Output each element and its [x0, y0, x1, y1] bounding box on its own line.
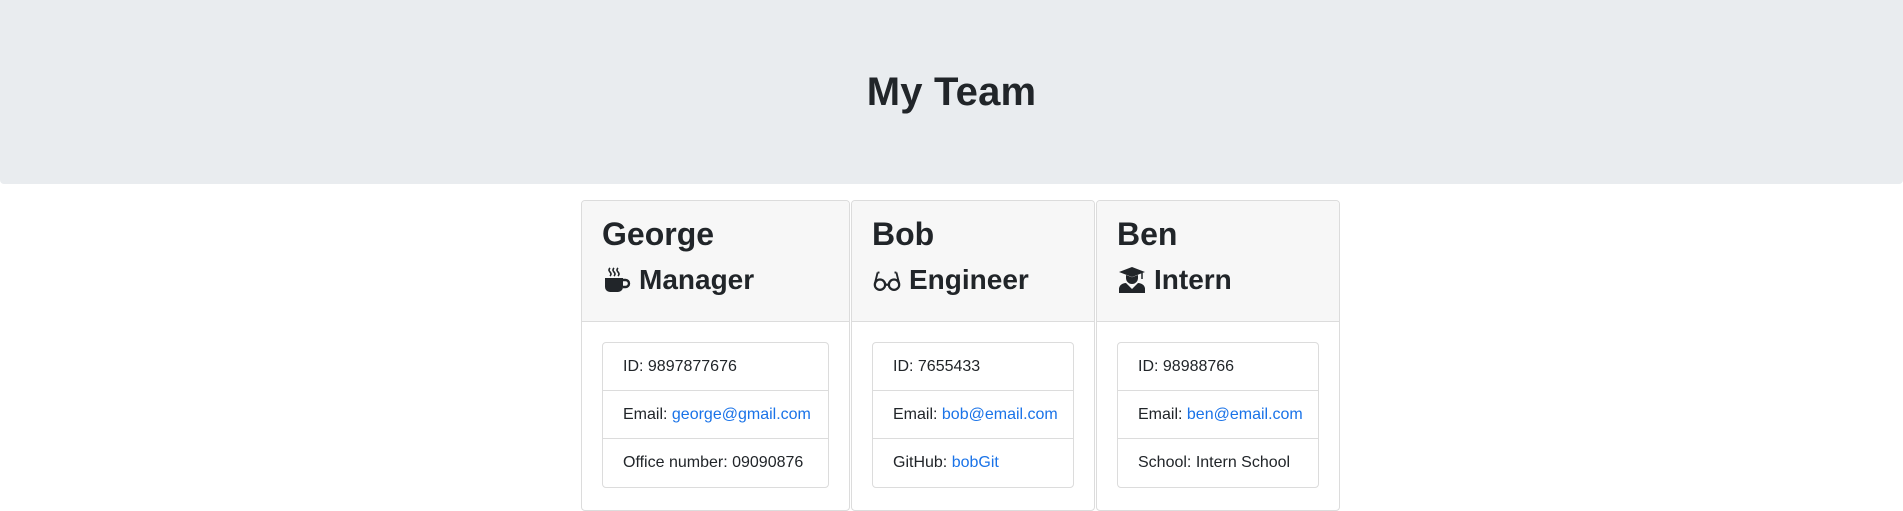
header-jumbotron: My Team	[0, 0, 1903, 184]
list-item-email: Email: george@gmail.com	[603, 391, 828, 439]
email-label: Email:	[1138, 405, 1187, 423]
glasses-icon	[872, 265, 902, 295]
school-value: Intern School	[1195, 454, 1291, 471]
email-link[interactable]: ben@email.com	[1187, 406, 1303, 424]
list-item-id: ID: 98988766	[1118, 343, 1318, 391]
id-value: 9897877676	[647, 357, 737, 375]
list-item-office-number: Office number: 09090876	[603, 439, 828, 487]
list-item-id: ID: 9897877676	[603, 343, 828, 391]
employee-card-engineer: Bob Engineer ID: 7655433 Email: bob@emai…	[851, 200, 1095, 511]
list-item-email: Email: ben@email.com	[1118, 391, 1318, 439]
details-list: ID: 98988766 Email: ben@email.com School…	[1117, 342, 1319, 488]
office-number-label: Office number:	[623, 454, 733, 471]
card-body: ID: 7655433 Email: bob@email.com GitHub:…	[852, 322, 1094, 508]
list-item-school: School: Intern School	[1118, 439, 1318, 487]
school-label: School:	[1138, 454, 1196, 471]
role-label: Intern	[1154, 264, 1232, 295]
role-label: Manager	[639, 264, 755, 295]
id-label: ID:	[1138, 357, 1163, 375]
email-label: Email:	[893, 405, 942, 423]
card-header: George Manager	[582, 201, 849, 322]
github-link[interactable]: bobGit	[952, 454, 999, 472]
employee-role: Engineer	[872, 263, 1074, 297]
employee-name: Ben	[1117, 216, 1178, 252]
employee-name: George	[602, 216, 715, 252]
list-item-id: ID: 7655433	[873, 343, 1073, 391]
github-label: GitHub:	[893, 454, 952, 471]
employee-card-manager: George Manager ID: 9897877676 Email: geo…	[581, 200, 850, 511]
card-body: ID: 98988766 Email: ben@email.com School…	[1097, 322, 1339, 508]
details-list: ID: 9897877676 Email: george@gmail.com O…	[602, 342, 829, 488]
employee-name: Bob	[872, 216, 935, 252]
email-link[interactable]: bob@email.com	[942, 406, 1058, 424]
employee-role: Intern	[1117, 263, 1319, 297]
id-value: 98988766	[1162, 357, 1235, 375]
card-body: ID: 9897877676 Email: george@gmail.com O…	[582, 322, 849, 508]
list-item-email: Email: bob@email.com	[873, 391, 1073, 439]
card-header: Bob Engineer	[852, 201, 1094, 322]
graduate-icon	[1117, 265, 1147, 295]
card-header: Ben Intern	[1097, 201, 1339, 322]
page-title: My Team	[866, 69, 1037, 114]
role-label: Engineer	[909, 264, 1029, 295]
office-number-value: 09090876	[732, 454, 804, 471]
employee-card-intern: Ben Intern ID: 98988766 Email: ben@email…	[1096, 200, 1340, 511]
id-label: ID:	[893, 357, 918, 375]
email-link[interactable]: george@gmail.com	[672, 406, 811, 424]
id-value: 7655433	[917, 357, 981, 375]
id-label: ID:	[623, 357, 648, 375]
details-list: ID: 7655433 Email: bob@email.com GitHub:…	[872, 342, 1074, 488]
coffee-mug-icon	[602, 265, 632, 295]
employee-role: Manager	[602, 263, 829, 297]
email-label: Email:	[623, 405, 672, 423]
team-cards: George Manager ID: 9897877676 Email: geo…	[581, 200, 1341, 511]
list-item-github: GitHub: bobGit	[873, 439, 1073, 487]
